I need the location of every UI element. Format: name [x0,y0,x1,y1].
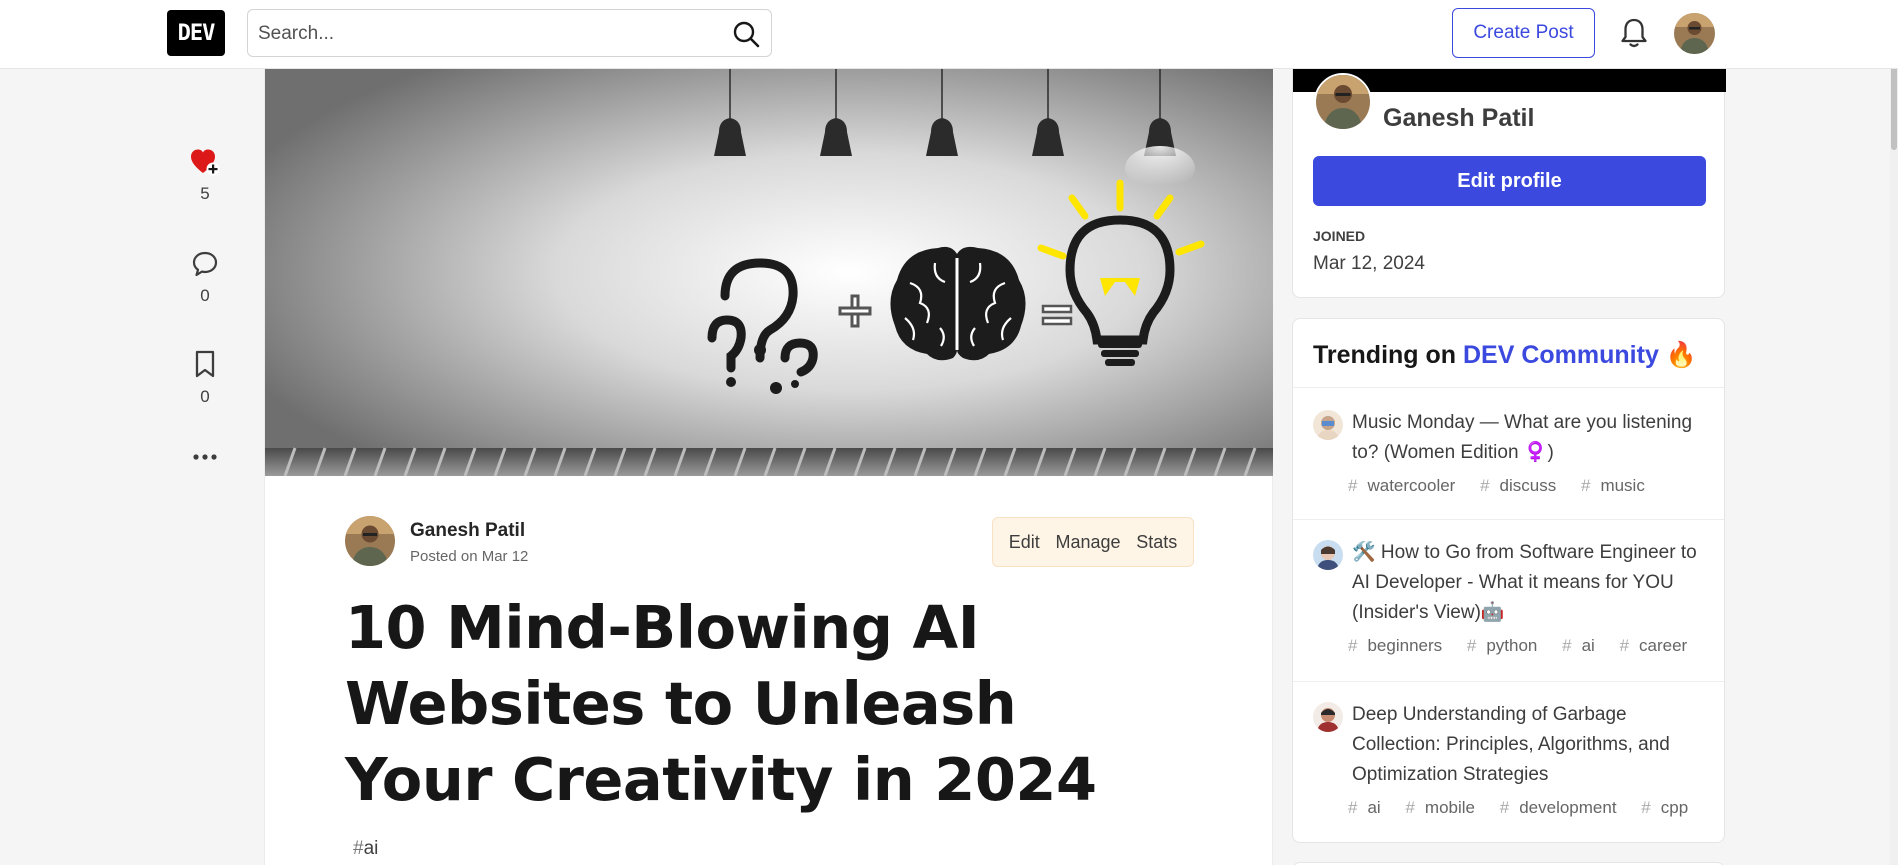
comment-icon [192,251,218,277]
tag-link[interactable]: # watercooler [1348,476,1465,495]
trending-item-title[interactable]: Deep Understanding of Garbage Collection… [1352,700,1702,790]
author-name[interactable]: Ganesh Patil [410,520,525,542]
cover-image [265,68,1273,476]
joined-date: Mar 12, 2024 [1313,253,1425,274]
search-box[interactable] [247,9,772,57]
tag-link[interactable]: # ai [1348,798,1391,817]
stats-link[interactable]: Stats [1136,532,1177,553]
reactions-button[interactable]: 5 [185,148,225,204]
author-profile-card: Ganesh Patil Edit profile JOINED Mar 12,… [1292,68,1726,298]
tag-link[interactable]: # beginners [1348,636,1452,655]
notifications-bell-icon[interactable] [1618,16,1650,50]
bookmark-icon [195,350,215,378]
more-dots-icon [193,454,217,460]
trending-item-tags: # watercooler # discuss # music [1348,476,1665,496]
tag-link[interactable]: # cpp [1641,798,1698,817]
article-title: 10 Mind-Blowing AI Websites to Unleash Y… [345,593,1097,814]
tag-link[interactable]: # music [1581,476,1655,495]
trending-item[interactable]: Deep Understanding of Garbage Collection… [1293,681,1724,841]
trending-item-tags: # ai # mobile # development # cpp [1348,798,1708,818]
search-icon[interactable] [731,19,761,49]
bookmark-button[interactable]: 0 [185,349,225,407]
comments-button[interactable]: 0 [185,250,225,306]
tag-ai[interactable]: #ai [353,838,378,860]
bookmarks-count: 0 [200,387,210,406]
tag-link[interactable]: # development [1500,798,1627,817]
edit-post-link[interactable]: Edit [1009,532,1040,553]
community-link[interactable]: DEV Community [1463,341,1659,369]
trending-heading: Trending on DEV Community 🔥 [1313,341,1697,369]
dev-logo[interactable]: DEV [167,10,225,56]
profile-avatar[interactable] [1314,73,1372,131]
trending-item[interactable]: Music Monday — What are you listening to… [1293,387,1724,519]
heart-plus-icon [191,149,220,176]
create-post-button[interactable]: Create Post [1452,8,1595,58]
top-navbar: DEV Create Post [0,0,1898,69]
article-container: Ganesh Patil Posted on Mar 12 Edit Manag… [264,68,1273,865]
tag-link[interactable]: # discuss [1480,476,1566,495]
manage-post-link[interactable]: Manage [1055,532,1120,553]
fire-icon: 🔥 [1665,341,1697,369]
trending-item[interactable]: 🛠️ How to Go from Software Engineer to A… [1293,519,1724,681]
tag-link[interactable]: # career [1620,636,1698,655]
trending-item-avatar [1313,540,1343,570]
trending-item-tags: # beginners # python # ai # career [1348,636,1707,656]
comments-count: 0 [200,286,210,305]
edit-profile-button[interactable]: Edit profile [1313,156,1706,206]
more-options-button[interactable] [185,452,225,462]
trending-item-avatar [1313,702,1343,732]
page-scrollbar[interactable] [1890,0,1898,865]
author-actions-bar: Edit Manage Stats [992,517,1194,567]
search-input[interactable] [258,20,698,48]
trending-item-title[interactable]: Music Monday — What are you listening to… [1352,408,1702,468]
trending-item-avatar [1313,410,1343,440]
profile-name[interactable]: Ganesh Patil [1383,104,1534,133]
tag-link[interactable]: # ai [1562,636,1605,655]
tag-link[interactable]: # python [1467,636,1548,655]
user-avatar[interactable] [1674,13,1715,54]
trending-item-title[interactable]: 🛠️ How to Go from Software Engineer to A… [1352,538,1702,628]
joined-label: JOINED [1313,228,1366,244]
reactions-count: 5 [200,184,210,203]
tag-link[interactable]: # mobile [1405,798,1485,817]
posted-date: Posted on Mar 12 [410,548,529,565]
author-avatar[interactable] [345,516,395,566]
trending-card: Trending on DEV Community 🔥 Music Monday… [1292,318,1725,843]
